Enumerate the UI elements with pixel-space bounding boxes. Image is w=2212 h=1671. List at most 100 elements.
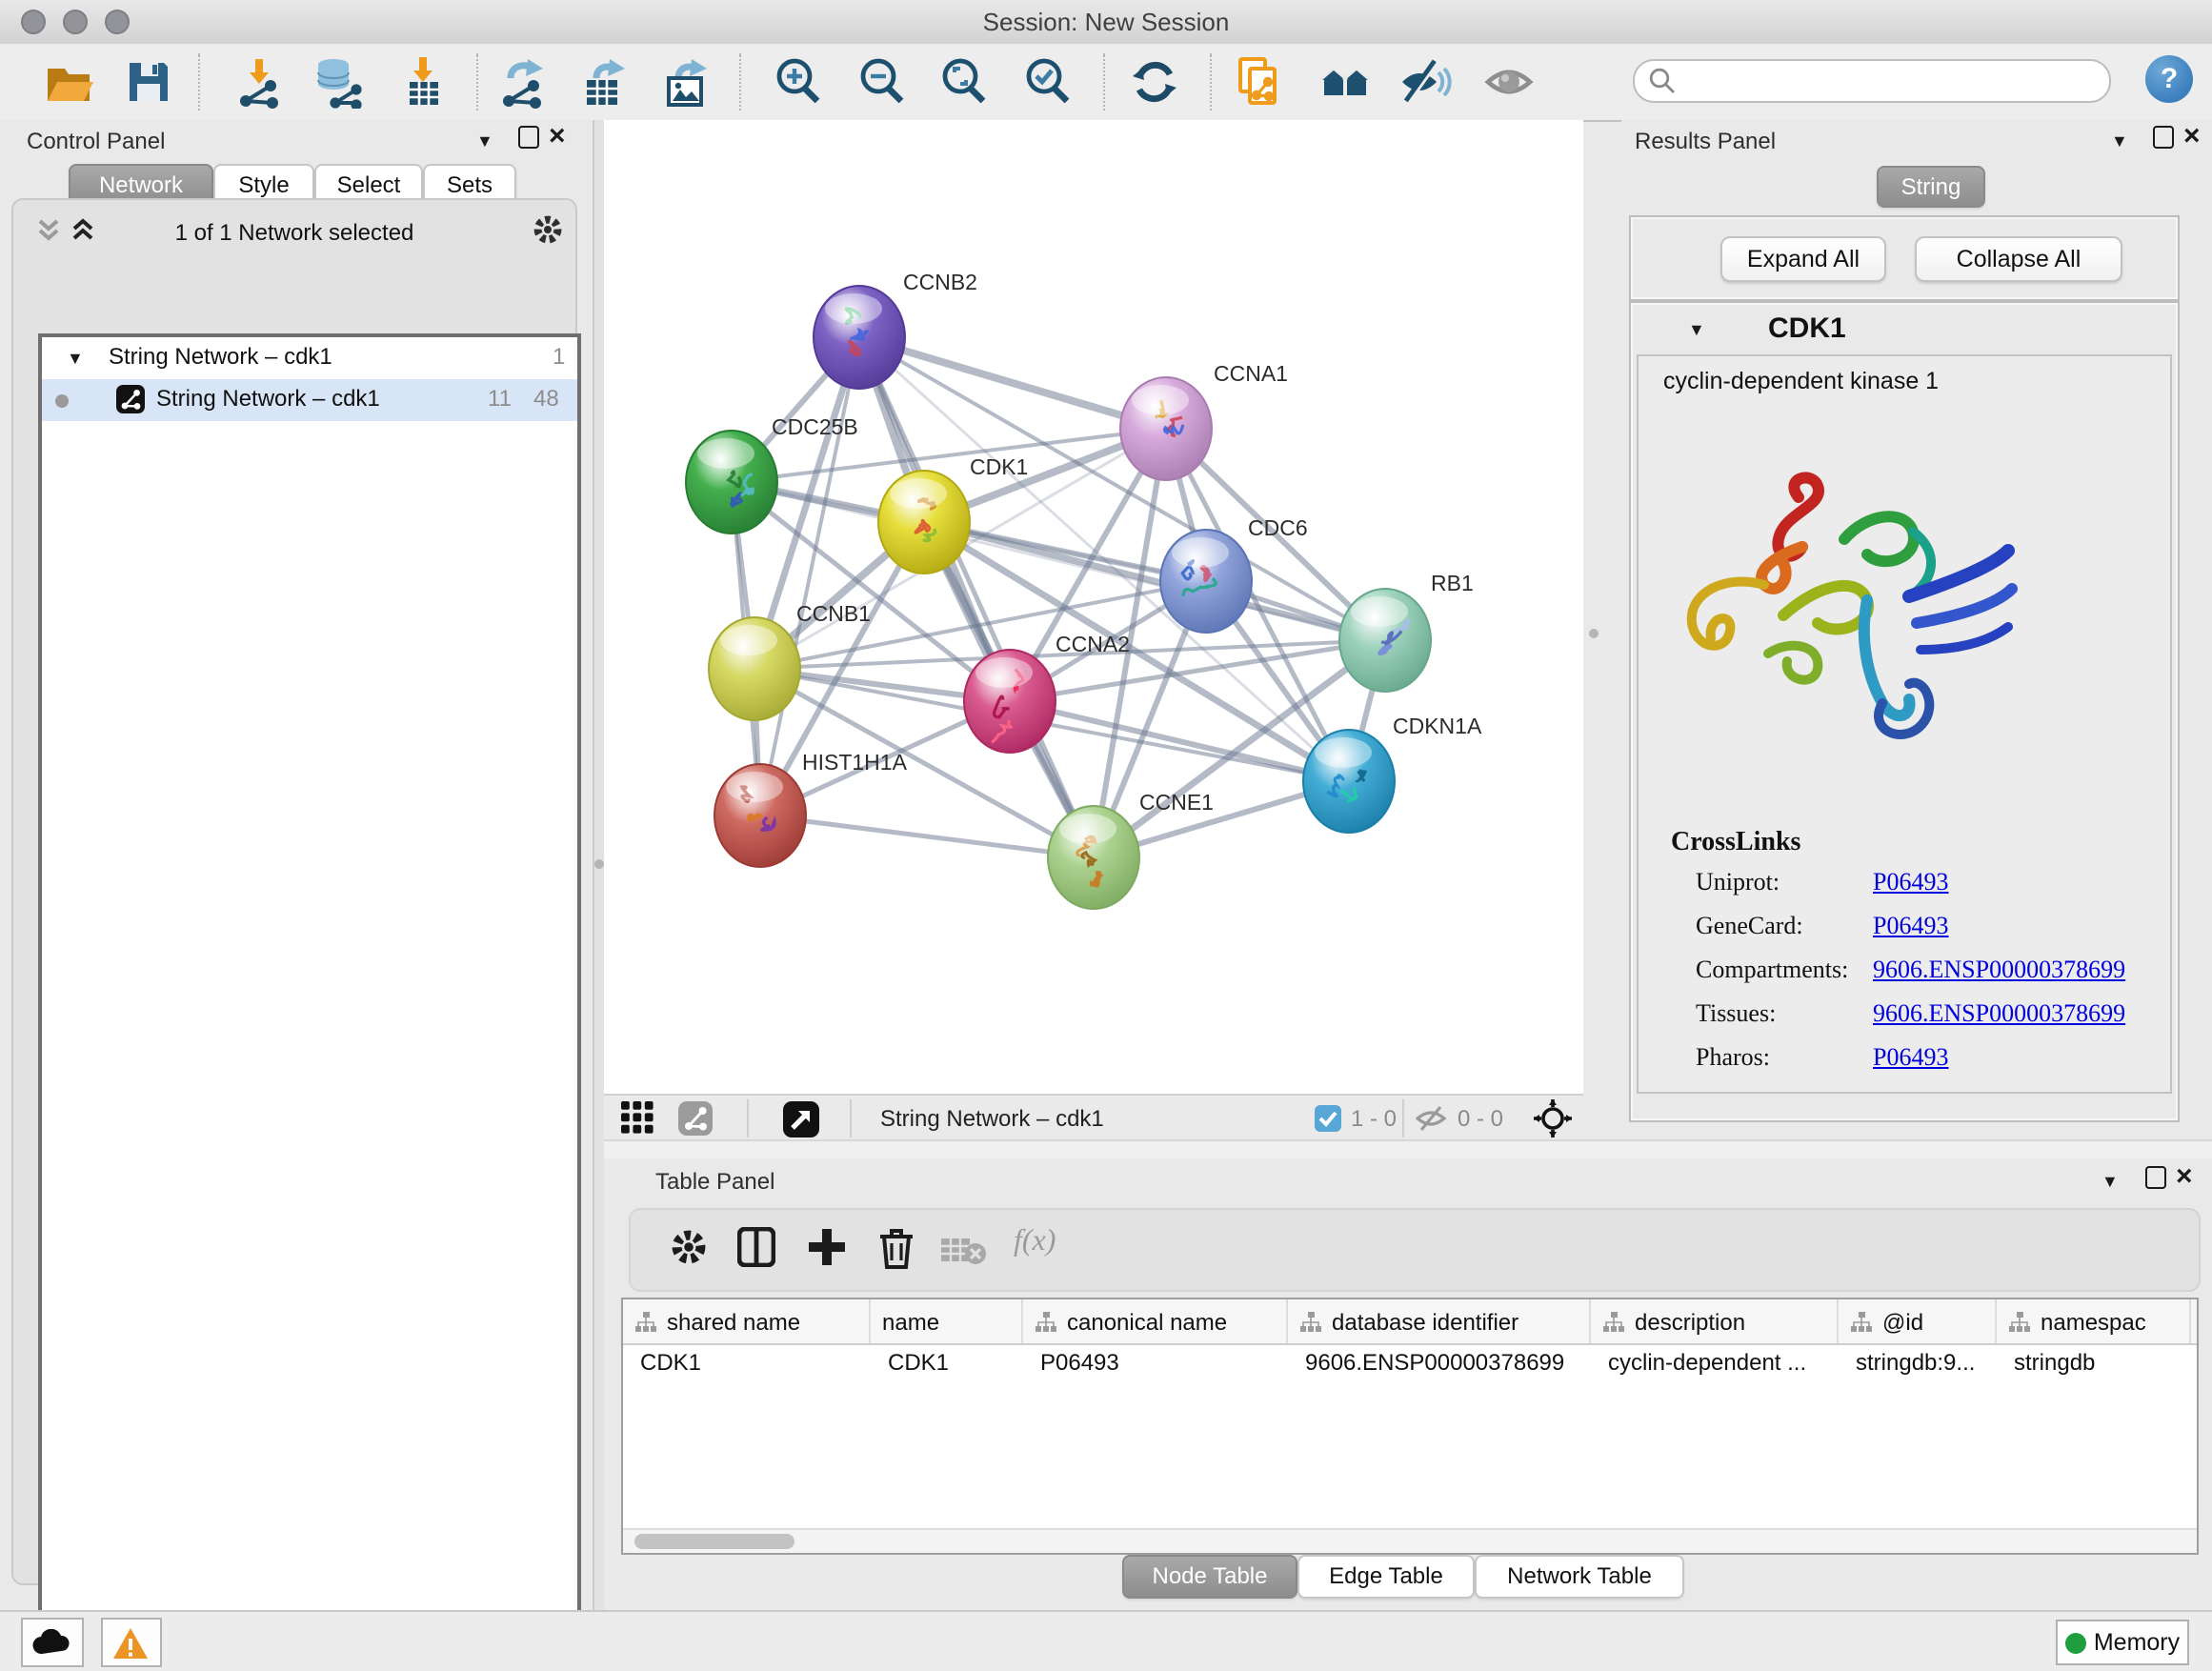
network-node-CCNE1[interactable] [1048, 806, 1139, 909]
zoom-selected-icon[interactable] [1021, 55, 1075, 109]
network-node-CCNA2[interactable] [964, 650, 1056, 753]
search-input[interactable] [1684, 63, 2092, 99]
delete-column-icon[interactable] [878, 1227, 915, 1269]
table-cell[interactable]: stringdb:9... [1839, 1343, 1997, 1383]
table-cell[interactable]: cyclin-dependent ... [1591, 1343, 1839, 1383]
hide-selection-icon[interactable] [1398, 55, 1452, 109]
table-panel-title: Table Panel [655, 1168, 774, 1195]
column-header[interactable]: name [871, 1299, 1023, 1343]
network-row[interactable]: String Network – cdk1 11 48 [42, 379, 577, 421]
network-node-HIST1H1A[interactable] [714, 764, 806, 867]
results-panel-float-icon[interactable] [2153, 126, 2174, 149]
network-options-gear-icon[interactable] [532, 213, 564, 246]
birds-eye-view-icon[interactable] [783, 1101, 819, 1137]
tab-network-table[interactable]: Network Table [1475, 1555, 1684, 1599]
network-view-string-icon[interactable] [678, 1101, 713, 1136]
import-network-icon[interactable] [232, 55, 286, 109]
zoom-fit-icon[interactable] [937, 55, 991, 109]
shared-column-icon [1602, 1310, 1625, 1333]
network-node-CDC6[interactable] [1160, 530, 1252, 633]
column-header[interactable]: canonical name [1023, 1299, 1288, 1343]
fit-content-crosshair-icon[interactable] [1534, 1099, 1572, 1137]
add-column-icon[interactable] [808, 1227, 846, 1267]
control-panel-float-icon[interactable] [518, 126, 539, 149]
table-panel-close-icon[interactable]: × [2176, 1166, 2193, 1189]
network-node-CDC25B[interactable] [686, 431, 777, 534]
crosslink-link[interactable]: 9606.ENSP00000378699 [1873, 955, 2125, 985]
network-edge-CCNB2-CCNE1[interactable] [859, 337, 1094, 857]
scrollbar-thumb[interactable] [634, 1534, 794, 1549]
results-panel-close-icon[interactable]: × [2183, 126, 2201, 149]
search-box [1633, 59, 2111, 103]
network-node-CDKN1A[interactable] [1303, 730, 1395, 833]
column-header[interactable]: @id [1839, 1299, 1997, 1343]
search-icon [1648, 67, 1677, 95]
network-node-CCNB2[interactable] [814, 286, 905, 389]
table-panel-float-icon[interactable] [2145, 1166, 2166, 1189]
show-columns-icon[interactable] [737, 1227, 775, 1267]
table-cell[interactable]: CDK1 [623, 1343, 871, 1383]
column-header[interactable]: description [1591, 1299, 1839, 1343]
network-edge-CCNB2-HIST1H1A[interactable] [760, 337, 859, 815]
table-options-gear-icon[interactable] [669, 1227, 709, 1267]
tab-string-results[interactable]: String [1877, 166, 1985, 208]
crosslink-link[interactable]: P06493 [1873, 1042, 1948, 1073]
table-horizontal-scrollbar[interactable] [623, 1528, 2197, 1553]
column-header[interactable]: namespac [1997, 1299, 2191, 1343]
warnings-button[interactable] [101, 1618, 162, 1667]
toolbar-separator [747, 1099, 749, 1137]
memory-button[interactable]: Memory [2056, 1620, 2189, 1665]
show-all-icon[interactable] [1484, 55, 1538, 109]
refresh-icon[interactable] [1128, 55, 1181, 109]
crosslink-link[interactable]: 9606.ENSP00000378699 [1873, 998, 2125, 1029]
help-button[interactable]: ? [2145, 55, 2193, 103]
zoom-in-icon[interactable] [772, 55, 825, 109]
network-node-CDK1[interactable] [878, 471, 970, 574]
export-image-icon[interactable] [659, 55, 713, 109]
save-session-icon[interactable] [122, 55, 175, 109]
network-edge-CCNB2-CCNA1[interactable] [859, 337, 1166, 429]
clone-network-icon[interactable] [1231, 55, 1284, 109]
table-panel-collapse-icon[interactable]: ▼ [2101, 1172, 2119, 1191]
network-node-CCNB1[interactable] [709, 617, 800, 720]
table-cell[interactable]: stringdb [1997, 1343, 2191, 1383]
divider-handle[interactable] [594, 859, 604, 869]
import-table-icon[interactable] [396, 55, 450, 109]
column-header[interactable]: database identifier [1288, 1299, 1591, 1343]
first-neighbors-icon[interactable] [1318, 55, 1372, 109]
table-row[interactable]: CDK1CDK1P064939606.ENSP00000378699cyclin… [623, 1343, 2197, 1383]
string-network-graph[interactable]: CCNB2CCNA1CDC25BCDK1CDC6RB1CCNB1CCNA2CDK… [604, 120, 1583, 1094]
node-label-CDK1: CDK1 [970, 454, 1028, 479]
network-node-CCNA1[interactable] [1120, 377, 1212, 480]
results-panel-collapse-icon[interactable]: ▼ [2111, 131, 2128, 151]
network-node-RB1[interactable] [1339, 589, 1431, 692]
divider-handle[interactable] [1589, 629, 1599, 638]
collection-expander-icon[interactable]: ▼ [67, 349, 84, 368]
gene-section-expander-icon[interactable]: ▼ [1688, 320, 1705, 339]
crosslink-link[interactable]: P06493 [1873, 867, 1948, 897]
expand-all-button[interactable]: Expand All [1720, 236, 1886, 282]
collapse-all-button[interactable]: Collapse All [1915, 236, 2122, 282]
cloud-status-button[interactable] [21, 1618, 84, 1667]
network-grid-view-icon[interactable] [621, 1101, 654, 1134]
tab-edge-table[interactable]: Edge Table [1297, 1555, 1475, 1599]
table-cell[interactable]: CDK1 [871, 1343, 1023, 1383]
export-table-icon[interactable] [577, 55, 631, 109]
zoom-out-icon[interactable] [855, 55, 909, 109]
table-cell[interactable]: 9606.ENSP00000378699 [1288, 1343, 1591, 1383]
network-canvas[interactable]: CCNB2CCNA1CDC25BCDK1CDC6RB1CCNB1CCNA2CDK… [604, 120, 1583, 1094]
import-network-database-icon[interactable] [311, 55, 364, 109]
open-session-icon[interactable] [42, 55, 95, 109]
control-panel-close-icon[interactable]: × [549, 126, 566, 149]
control-panel-collapse-icon[interactable]: ▼ [476, 131, 493, 151]
table-cell[interactable]: P06493 [1023, 1343, 1288, 1383]
control-panel-title: Control Panel [27, 128, 165, 154]
network-edge-HIST1H1A-CCNE1[interactable] [760, 815, 1094, 857]
selected-checkbox-icon[interactable] [1315, 1105, 1341, 1132]
hidden-items-eye-icon [1416, 1105, 1448, 1132]
tab-node-table[interactable]: Node Table [1122, 1555, 1297, 1599]
crosslink-link[interactable]: P06493 [1873, 911, 1948, 941]
column-header[interactable]: shared name [623, 1299, 871, 1343]
export-network-icon[interactable] [495, 55, 549, 109]
network-collection-row[interactable]: ▼ String Network – cdk1 1 [42, 337, 577, 379]
